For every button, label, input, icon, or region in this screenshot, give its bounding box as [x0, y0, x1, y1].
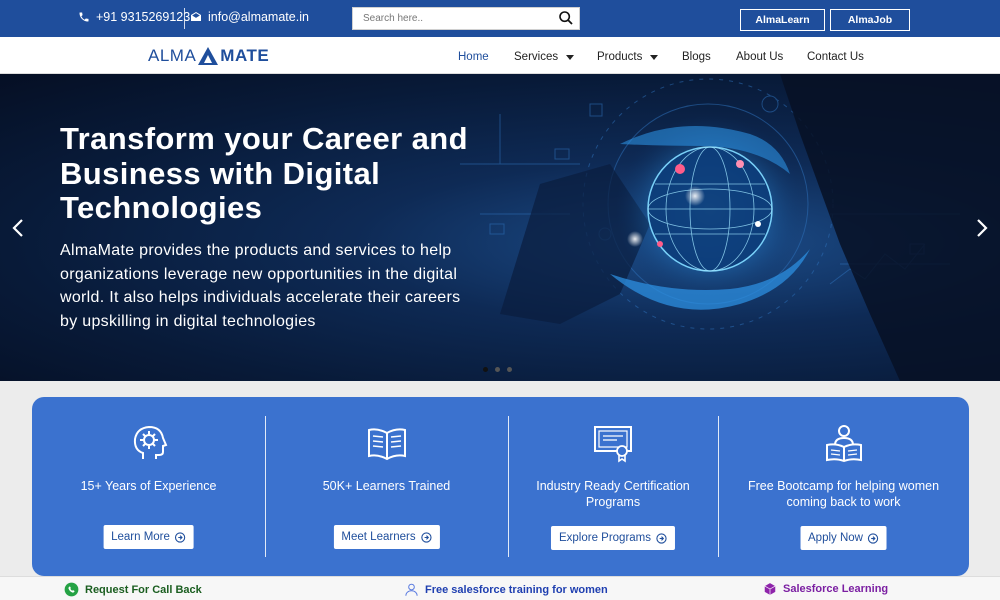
features-card: 15+ Years of Experience Learn More 50K+ … — [32, 397, 969, 576]
circle-arrow-right-icon — [868, 532, 879, 544]
nav-blogs[interactable]: Blogs — [682, 51, 711, 63]
feature-bootcamp: Free Bootcamp for helping women coming b… — [718, 397, 969, 576]
nav-services[interactable]: Services — [514, 51, 575, 63]
hero-description: AlmaMate provides the products and servi… — [60, 242, 461, 330]
feature-learners: 50K+ Learners Trained Meet Learners — [265, 397, 508, 576]
circle-arrow-right-icon — [175, 531, 186, 543]
search-icon[interactable] — [558, 10, 574, 26]
feature-text: 50K+ Learners Trained — [322, 479, 451, 493]
meet-learners-button[interactable]: Meet Learners — [333, 525, 440, 549]
feature-text: Free Bootcamp for helping women coming b… — [747, 479, 940, 509]
learn-more-button[interactable]: Learn More — [103, 525, 194, 549]
nav-about-label: About Us — [736, 51, 784, 63]
email-contact[interactable]: info@almamate.in — [190, 10, 309, 24]
main-navbar: ALMA MATE Home Services Products Blogs A… — [0, 37, 1000, 74]
circle-arrow-right-icon — [420, 531, 432, 543]
logo-triangle-icon — [198, 47, 219, 65]
nav-home-label: Home — [458, 51, 489, 63]
nav-contact[interactable]: Contact Us — [807, 51, 864, 63]
logo-text-right: MATE — [220, 46, 270, 65]
hero-banner: Transform your Career and Business with … — [0, 74, 1000, 381]
phone-number: +91 9315269123 — [96, 10, 191, 24]
carousel-prev-arrow[interactable] — [12, 218, 24, 244]
contact-divider — [184, 8, 185, 29]
nav-blogs-label: Blogs — [682, 51, 711, 63]
feature-text: 15+ Years of Experience — [80, 479, 217, 493]
apply-now-button[interactable]: Apply Now — [800, 526, 887, 550]
mail-icon — [191, 12, 201, 21]
salesforce-learning-link[interactable]: Salesforce Learning — [763, 582, 888, 596]
chevron-right-icon — [977, 219, 988, 237]
button-label: Apply Now — [808, 532, 863, 544]
salesforce-learning-label: Salesforce Learning — [783, 583, 889, 595]
button-label: Learn More — [111, 531, 170, 543]
carousel-next-arrow[interactable] — [976, 218, 988, 244]
callback-label: Request For Call Back — [85, 583, 202, 596]
reader-icon — [825, 425, 862, 463]
cube-icon — [764, 583, 776, 595]
women-training-link[interactable]: Free salesforce training for women — [404, 582, 608, 597]
digital-globe-illustration — [460, 74, 1000, 381]
feature-text: Industry Ready Certification Programs — [536, 479, 690, 509]
circle-arrow-right-icon — [656, 532, 667, 544]
carousel-dot[interactable] — [507, 367, 512, 372]
chevron-left-icon — [12, 219, 23, 237]
feature-certification: Industry Ready Certification Programs Ex… — [508, 397, 718, 576]
button-label: Explore Programs — [558, 532, 652, 544]
phone-icon — [79, 12, 89, 22]
nav-home[interactable]: Home — [458, 51, 489, 63]
bottom-action-bar: Request For Call Back Free salesforce tr… — [0, 576, 1000, 600]
explore-programs-button[interactable]: Explore Programs — [550, 526, 676, 550]
chevron-down-icon — [566, 54, 575, 60]
chevron-down-icon — [650, 54, 659, 60]
almajob-button[interactable]: AlmaJob — [830, 9, 910, 31]
feature-experience: 15+ Years of Experience Learn More — [32, 397, 265, 576]
brain-gear-icon — [133, 425, 167, 459]
button-label: Meet Learners — [341, 531, 416, 543]
carousel-dot[interactable] — [495, 367, 500, 372]
whatsapp-icon — [64, 582, 79, 597]
nav-contact-label: Contact Us — [807, 51, 864, 63]
nav-about[interactable]: About Us — [736, 51, 783, 63]
logo-text-left: ALMA — [148, 46, 197, 65]
carousel-dot[interactable] — [483, 367, 488, 372]
open-book-icon — [367, 428, 406, 461]
phone-contact[interactable]: +91 9315269123 — [78, 10, 190, 24]
top-bar: +91 9315269123 info@almamate.in AlmaLear… — [0, 0, 1000, 37]
nav-services-label: Services — [514, 51, 559, 63]
nav-products[interactable]: Products — [597, 51, 659, 63]
search-input[interactable] — [353, 8, 543, 29]
email-address: info@almamate.in — [208, 10, 309, 24]
almamate-logo[interactable]: ALMA MATE — [148, 46, 269, 66]
almalearn-button[interactable]: AlmaLearn — [740, 9, 825, 31]
nav-products-label: Products — [597, 51, 643, 63]
user-outline-icon — [405, 583, 418, 596]
search-box — [352, 7, 580, 30]
women-training-label: Free salesforce training for women — [425, 583, 608, 596]
carousel-dots — [483, 367, 512, 372]
request-callback-link[interactable]: Request For Call Back — [64, 582, 202, 597]
certificate-icon — [594, 426, 632, 463]
hero-title: Transform your Career and Business with … — [60, 121, 468, 225]
